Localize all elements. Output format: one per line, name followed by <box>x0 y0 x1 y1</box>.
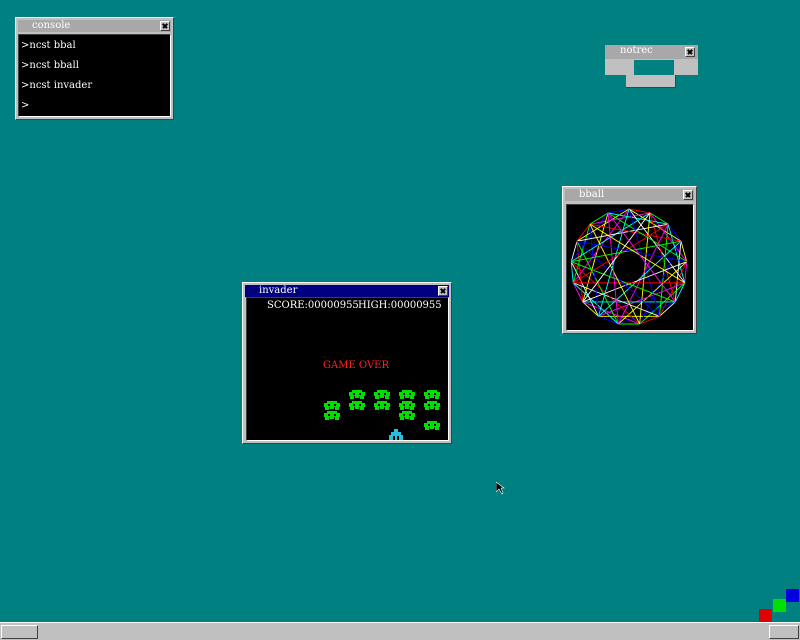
alien-icon <box>324 411 340 420</box>
console-output[interactable]: >ncst bbal >ncst bball >ncst invader > <box>18 34 171 117</box>
alien-icon <box>399 390 415 399</box>
notrec-window[interactable]: notrec <box>605 45 698 76</box>
player-cannon-icon <box>389 429 403 440</box>
alien-icon <box>399 411 415 420</box>
start-button[interactable] <box>1 625 38 639</box>
alien-icon <box>424 421 440 430</box>
green-square-icon <box>773 599 786 612</box>
invader-title: invader <box>259 285 298 296</box>
console-prompt[interactable]: > <box>21 100 29 112</box>
bball-title: bball <box>579 189 605 200</box>
console-line: >ncst bbal <box>21 40 76 51</box>
alien-icon <box>349 390 365 399</box>
notrec-base <box>626 75 676 88</box>
game-over-label: GAME OVER <box>323 360 390 371</box>
invader-title-bar[interactable]: invader <box>245 285 449 297</box>
bball-drawing <box>570 208 688 325</box>
bball-line <box>570 212 609 262</box>
taskbar <box>0 622 800 640</box>
alien-icon <box>424 401 440 410</box>
console-line: >ncst invader <box>21 80 93 91</box>
console-window[interactable]: console >ncst bbal >ncst bball >ncst inv… <box>15 17 174 120</box>
console-title-bar[interactable]: console <box>18 20 171 32</box>
close-icon[interactable] <box>685 47 695 57</box>
red-square-icon <box>759 609 772 622</box>
close-icon[interactable] <box>683 190 693 200</box>
invader-game-area[interactable]: SCORE:00000955 HIGH:00000955 GAME OVER <box>246 297 449 441</box>
console-line: >ncst bball <box>21 60 79 71</box>
mouse-cursor-icon <box>496 482 505 495</box>
bball-title-bar[interactable]: bball <box>565 189 694 201</box>
tray-button[interactable] <box>769 625 799 639</box>
bball-line <box>576 223 591 242</box>
notrec-panel <box>633 59 675 76</box>
bball-line <box>667 223 682 242</box>
bball-canvas[interactable] <box>566 204 694 331</box>
alien-icon <box>374 401 390 410</box>
invader-window[interactable]: invader SCORE:00000955 HIGH:00000955 GAM… <box>242 282 452 444</box>
alien-icon <box>349 401 365 410</box>
score-label: SCORE:00000955 <box>267 300 359 311</box>
notrec-title: notrec <box>620 45 653 56</box>
console-title: console <box>32 20 71 31</box>
blue-square-icon <box>786 589 799 602</box>
close-icon[interactable] <box>160 21 170 31</box>
high-score-label: HIGH:00000955 <box>358 300 442 311</box>
notrec-title-bar[interactable]: notrec <box>605 45 698 59</box>
alien-icon <box>324 401 340 410</box>
alien-icon <box>399 401 415 410</box>
alien-icon <box>424 390 440 399</box>
close-icon[interactable] <box>438 286 448 296</box>
alien-icon <box>374 390 390 399</box>
bball-window[interactable]: bball <box>562 186 697 334</box>
bball-line <box>649 212 688 262</box>
